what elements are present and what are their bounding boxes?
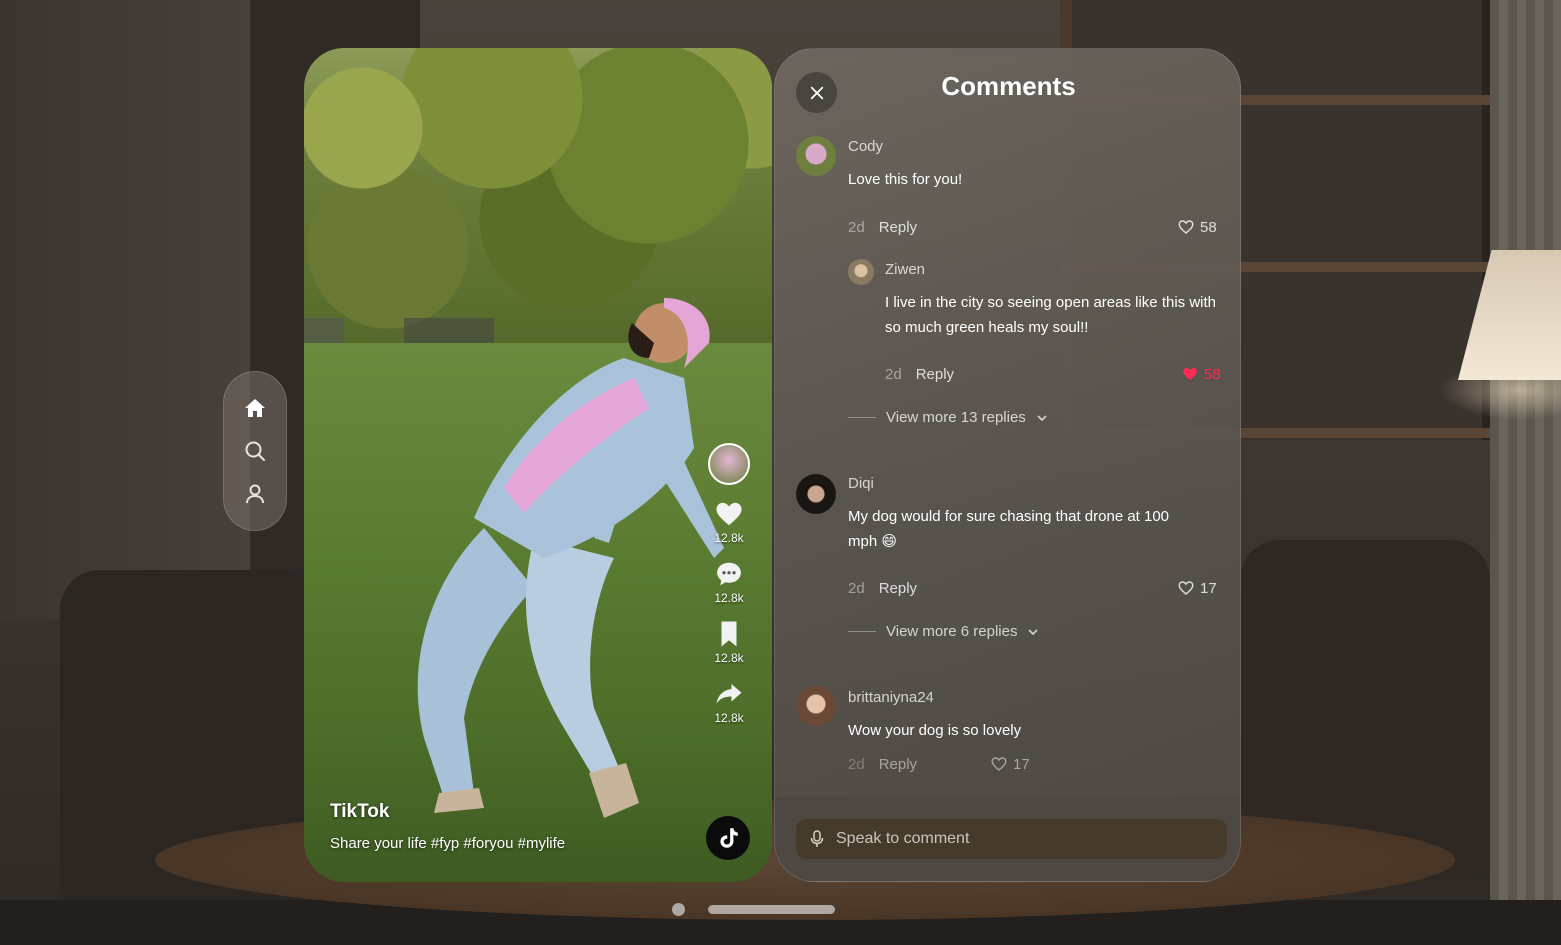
comment-like-button[interactable]: 17 [1177, 579, 1217, 597]
comment-like-button[interactable]: 58 [1181, 365, 1221, 383]
nav-search-button[interactable] [235, 431, 275, 471]
tiktok-logo-button[interactable] [706, 816, 750, 860]
navigation-ornament [223, 371, 287, 531]
reply-button[interactable]: Reply [916, 366, 954, 383]
share-action[interactable]: 12.8k [714, 679, 744, 725]
commenter-name[interactable]: Ziwen [885, 261, 925, 278]
speak-input-placeholder: Speak to comment [836, 830, 970, 847]
nav-home-button[interactable] [235, 388, 275, 428]
view-more-label: View more 6 replies [886, 623, 1018, 640]
speak-to-comment-input[interactable]: Speak to comment [796, 819, 1227, 859]
commenter-name[interactable]: Diqi [848, 475, 874, 492]
comment-time: 2d [885, 366, 902, 383]
comment-like-count: 17 [1013, 755, 1030, 773]
video-caption: TikTok Share your life #fyp #foryou #myl… [330, 801, 565, 852]
commenter-avatar[interactable] [848, 259, 874, 285]
search-icon [245, 441, 265, 461]
video-frame [304, 48, 772, 882]
comment-meta: 2d Reply [848, 756, 917, 773]
window-grab-bar[interactable] [708, 905, 835, 914]
bookmark-icon [721, 621, 737, 647]
comment-bubble-icon [717, 562, 741, 586]
microphone-icon [810, 830, 824, 847]
video-description: Share your life #fyp #foryou #mylife [330, 835, 566, 852]
heart-outline-icon [991, 757, 1007, 771]
heart-outline-icon [1178, 581, 1194, 595]
creator-avatar[interactable] [708, 443, 750, 485]
heart-icon [716, 502, 742, 526]
comment-text: Wow your dog is so lovely [848, 722, 1022, 739]
comment-text: My dog would for sure chasing that drone… [848, 508, 1170, 550]
commenter-avatar[interactable] [796, 474, 836, 514]
nav-profile-button[interactable] [235, 474, 275, 514]
comment-meta: 2d Reply [885, 366, 954, 383]
commenter-name[interactable]: Cody [848, 138, 883, 155]
wall-panel [0, 0, 250, 620]
comment-like-count: 58 [1204, 365, 1221, 383]
chevron-down-icon [1037, 414, 1047, 421]
video-side-actions: 12.8k 12.8k 12.8k 12.8k [704, 443, 754, 725]
share-count: 12.8k [714, 711, 744, 725]
view-more-replies-button[interactable]: View more 13 replies [848, 409, 1048, 426]
tiktok-logo-icon [720, 828, 738, 848]
commenter-avatar[interactable] [796, 686, 836, 726]
comment-count: 12.8k [714, 591, 744, 605]
view-more-label: View more 13 replies [886, 409, 1026, 426]
save-action[interactable]: 12.8k [714, 619, 744, 665]
reply-button[interactable]: Reply [879, 756, 917, 773]
comments-panel: Comments Cody Love this for you! 2d Reply… [774, 48, 1241, 882]
comment-meta: 2d Reply [848, 219, 917, 236]
comment-meta: 2d Reply [848, 580, 917, 597]
like-count: 12.8k [714, 531, 744, 545]
video-author[interactable]: TikTok [330, 801, 565, 823]
video-dancer [417, 298, 724, 818]
comment-like-button[interactable]: 17 [990, 755, 1030, 773]
reply-button[interactable]: Reply [879, 219, 917, 236]
comment-like-count: 58 [1200, 218, 1217, 236]
view-more-replies-button[interactable]: View more 6 replies [848, 623, 1039, 640]
heart-outline-icon [1178, 220, 1194, 234]
save-count: 12.8k [714, 651, 744, 665]
comment-time: 2d [848, 580, 865, 597]
video-player[interactable]: 12.8k 12.8k 12.8k 12.8k TikTok Share you… [304, 48, 772, 882]
curtain [1490, 0, 1561, 945]
comment-like-button[interactable]: 58 [1177, 218, 1217, 236]
comment-text: Love this for you! [848, 171, 963, 188]
home-icon [245, 398, 265, 417]
commenter-name[interactable]: brittaniyna24 [848, 689, 934, 706]
comment-time: 2d [848, 756, 865, 773]
comment-like-count: 17 [1200, 579, 1217, 597]
reply-button[interactable]: Reply [879, 580, 917, 597]
window-close-dot[interactable] [672, 903, 685, 916]
comment-time: 2d [848, 219, 865, 236]
comment-action[interactable]: 12.8k [714, 559, 744, 605]
comments-title: Comments [941, 71, 1076, 101]
like-action[interactable]: 12.8k [714, 499, 744, 545]
divider-line [848, 417, 876, 418]
comment-text: I live in the city so seeing open areas … [885, 294, 1217, 336]
share-arrow-icon [716, 684, 742, 704]
chevron-down-icon [1028, 628, 1039, 635]
video-trees [304, 48, 772, 338]
divider-line [848, 631, 876, 632]
heart-filled-icon [1183, 368, 1197, 380]
commenter-avatar[interactable] [796, 136, 836, 176]
profile-icon [246, 484, 264, 504]
